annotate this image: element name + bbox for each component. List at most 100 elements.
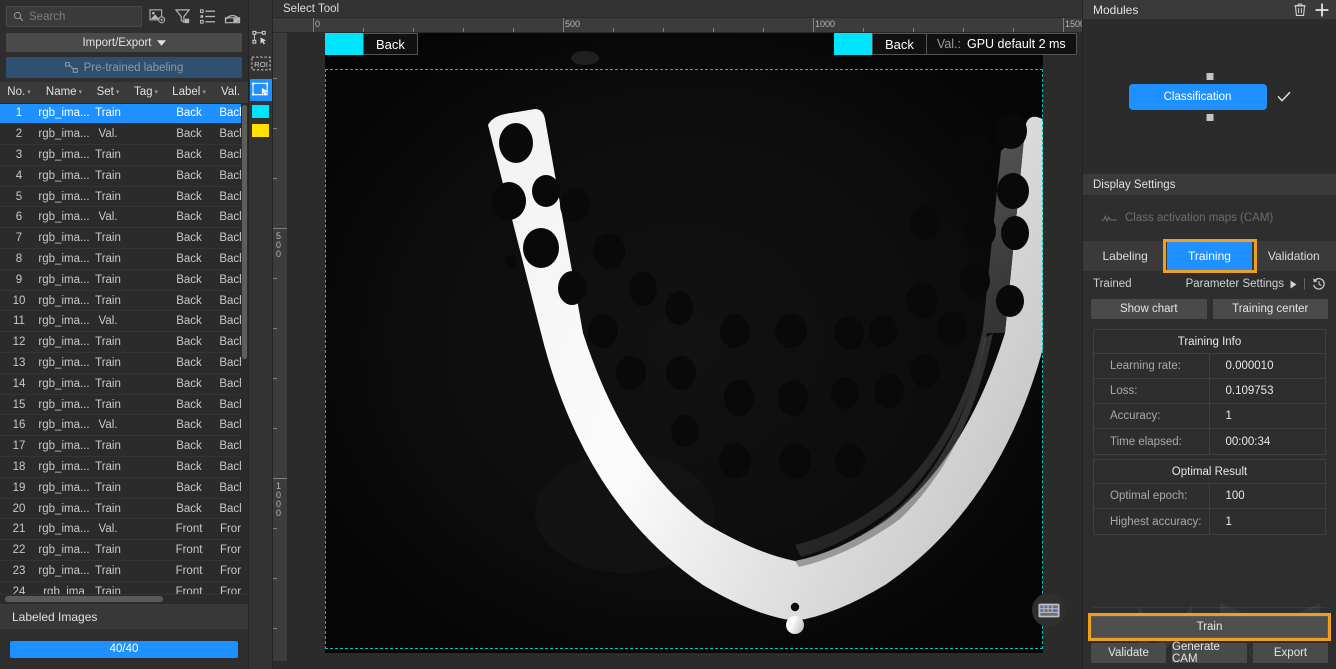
cell-label: Front bbox=[166, 539, 212, 562]
table-row[interactable]: 12 rgb_ima... Train Back Bacl bbox=[0, 331, 248, 354]
table-row[interactable]: 1 rgb_ima... Train Back Bacl bbox=[0, 103, 248, 125]
table-row[interactable]: 9 rgb_ima... Train Back Bacl bbox=[0, 269, 248, 291]
tab-validation[interactable]: Validation bbox=[1252, 241, 1336, 271]
cell-label: Back bbox=[166, 186, 212, 208]
tab-labeling[interactable]: Labeling bbox=[1083, 241, 1167, 271]
table-row[interactable]: 11 rgb_ima... Val. Back Bacl bbox=[0, 310, 248, 333]
cell-no: 14 bbox=[0, 373, 38, 395]
image-settings-icon[interactable] bbox=[148, 7, 167, 26]
table-row[interactable]: 17 rgb_ima... Train Back Bacl bbox=[0, 435, 248, 458]
trash-icon[interactable] bbox=[1294, 3, 1306, 16]
table-row[interactable]: 19 rgb_ima... Train Back Bacl bbox=[0, 477, 248, 499]
cell-tag bbox=[126, 477, 166, 499]
cell-label: Back bbox=[166, 414, 212, 437]
cell-name: rgb_ima... bbox=[38, 227, 90, 250]
modules-title: Modules bbox=[1093, 2, 1139, 17]
cell-label: Front bbox=[166, 581, 212, 594]
cell-tag bbox=[126, 435, 166, 458]
column-header-name[interactable]: Name ▾ bbox=[38, 82, 90, 104]
training-center-button[interactable]: Training center bbox=[1212, 299, 1328, 319]
parameter-settings-link[interactable]: Parameter Settings bbox=[1186, 278, 1284, 290]
tab-training[interactable]: Training bbox=[1167, 241, 1252, 271]
swatch-yellow[interactable] bbox=[252, 124, 269, 137]
cell-no: 11 bbox=[0, 310, 38, 333]
filter-icon[interactable] bbox=[173, 7, 192, 26]
column-header-set[interactable]: Set ▾ bbox=[90, 82, 126, 104]
table-row[interactable]: 6 rgb_ima... Val. Back Bacl bbox=[0, 206, 248, 229]
transform-tool-button[interactable] bbox=[250, 27, 272, 49]
table-row[interactable]: 16 rgb_ima... Val. Back Bacl bbox=[0, 414, 248, 437]
ruler-tick bbox=[763, 28, 764, 32]
table-row[interactable]: 5 rgb_ima... Train Back Bacl bbox=[0, 186, 248, 208]
ruler-tick bbox=[713, 28, 714, 32]
scrollbar-thumb[interactable] bbox=[5, 596, 163, 602]
show-chart-button[interactable]: Show chart bbox=[1091, 299, 1207, 319]
table-row[interactable]: 22 rgb_ima... Train Front Fror bbox=[0, 539, 248, 562]
pre-trained-labeling-button[interactable]: Pre-trained labeling bbox=[6, 57, 242, 78]
cell-no: 6 bbox=[0, 206, 38, 229]
train-button[interactable]: Train bbox=[1091, 616, 1328, 638]
plus-icon[interactable] bbox=[1315, 3, 1329, 17]
table-horizontal-scrollbar[interactable] bbox=[0, 594, 248, 603]
classification-module-label: Classification bbox=[1163, 90, 1232, 103]
chevron-right-icon[interactable] bbox=[1290, 280, 1297, 289]
column-header-no[interactable]: No. ▾ bbox=[0, 82, 38, 104]
ruler-tick bbox=[273, 628, 277, 629]
table-row[interactable]: 14 rgb_ima... Train Back Bacl bbox=[0, 373, 248, 395]
layout-icon[interactable] bbox=[223, 7, 242, 26]
cell-no: 9 bbox=[0, 269, 38, 291]
cell-set: Train bbox=[90, 352, 126, 374]
search-input[interactable]: Search bbox=[6, 6, 142, 27]
cell-name: rgb_ima... bbox=[38, 144, 90, 166]
modules-graph-canvas[interactable]: Classification bbox=[1083, 19, 1336, 174]
list-view-icon[interactable] bbox=[198, 7, 217, 26]
export-button[interactable]: Export bbox=[1253, 643, 1328, 663]
table-row[interactable]: 20 rgb_ima... Train Back Bacl bbox=[0, 498, 248, 520]
table-row[interactable]: 2 rgb_ima... Val. Back Bacl bbox=[0, 123, 248, 146]
column-header-val[interactable]: Val. bbox=[212, 82, 248, 104]
cell-tag bbox=[126, 103, 166, 125]
cell-tag bbox=[126, 144, 166, 166]
cell-tag bbox=[126, 269, 166, 291]
cell-label: Back bbox=[166, 394, 212, 416]
table-row[interactable]: 18 rgb_ima... Train Back Bacl bbox=[0, 456, 248, 478]
table-row[interactable]: 3 rgb_ima... Train Back Bacl bbox=[0, 144, 248, 166]
swatch-cyan[interactable] bbox=[252, 105, 269, 118]
validate-button[interactable]: Validate bbox=[1091, 643, 1166, 663]
cell-tag bbox=[126, 456, 166, 478]
cell-tag bbox=[126, 352, 166, 374]
keyboard-shortcuts-icon[interactable] bbox=[1032, 593, 1066, 627]
generate-cam-button[interactable]: Generate CAM bbox=[1172, 641, 1247, 665]
val-value: GPU default 2 ms bbox=[967, 37, 1066, 51]
select-tool-button[interactable] bbox=[249, 79, 272, 101]
roi-tool-button[interactable]: ROI bbox=[250, 53, 272, 75]
scrollbar-thumb[interactable] bbox=[242, 105, 247, 359]
info-key: Loss: bbox=[1094, 379, 1210, 403]
table-row[interactable]: 8 rgb_ima... Train Back Bacl bbox=[0, 248, 248, 270]
classification-module-node[interactable]: Classification bbox=[1128, 83, 1267, 110]
cell-set: Train bbox=[90, 144, 126, 166]
table-vertical-scrollbar[interactable] bbox=[241, 103, 248, 594]
modules-header: Modules bbox=[1083, 0, 1336, 19]
table-row[interactable]: 23 rgb_ima... Train Front Fror bbox=[0, 560, 248, 582]
node-handle-top[interactable] bbox=[1206, 72, 1213, 80]
canvas-area: 500 1000 Back Back Val.: GPU default 2 m… bbox=[273, 33, 1082, 661]
image-viewport[interactable]: Back Back Val.: GPU default 2 ms bbox=[288, 33, 1082, 661]
table-row[interactable]: 4 rgb_ima... Train Back Bacl bbox=[0, 165, 248, 187]
table-row[interactable]: 7 rgb_ima... Train Back Bacl bbox=[0, 227, 248, 250]
table-row[interactable]: 10 rgb_ima... Train Back Bacl bbox=[0, 290, 248, 312]
column-header-tag[interactable]: Tag ▾ bbox=[126, 82, 166, 104]
cam-toggle-row[interactable]: Class activation maps (CAM) bbox=[1083, 195, 1336, 241]
table-row[interactable]: 13 rgb_ima... Train Back Bacl bbox=[0, 352, 248, 374]
history-icon[interactable] bbox=[1312, 277, 1326, 291]
ruler-tick bbox=[963, 28, 964, 32]
labeled-images-body: 40/40 bbox=[0, 629, 248, 669]
table-row[interactable]: 24 rgb_ima Train Front Fror bbox=[0, 581, 248, 594]
column-header-label[interactable]: Label ▾ bbox=[166, 82, 212, 104]
ruler-label: 1000 bbox=[815, 19, 836, 29]
import-export-button[interactable]: Import/Export bbox=[6, 33, 242, 52]
table-row[interactable]: 15 rgb_ima... Train Back Bacl bbox=[0, 394, 248, 416]
table-row[interactable]: 21 rgb_ima... Val. Front Fror bbox=[0, 518, 248, 541]
node-handle-bottom[interactable] bbox=[1206, 113, 1213, 121]
ruler-tick bbox=[363, 28, 364, 32]
